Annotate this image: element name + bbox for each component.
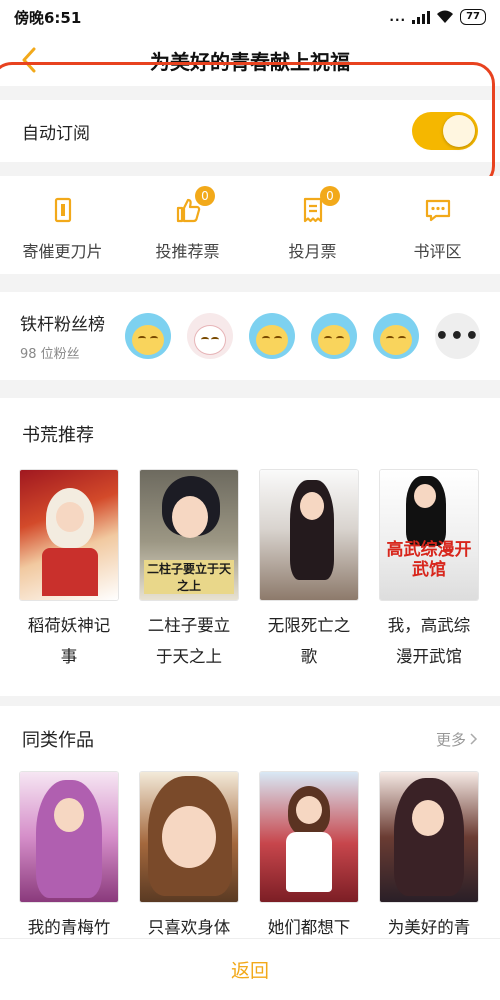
avatar[interactable] (248, 313, 295, 359)
blade-icon (54, 197, 71, 223)
more-label: 更多 (435, 730, 466, 749)
book-title: 稻荷妖神记事 (27, 616, 111, 666)
monthly-ticket-button[interactable]: 0 投月票 (250, 176, 375, 274)
fan-avatars (124, 313, 419, 359)
book-title: 二柱子要立于天之上 (147, 616, 231, 666)
recommend-section: 书荒推荐 稻荷妖神记事 二柱子要立于天之上 二柱子要立于天之上 无限死亡之歌 高… (0, 398, 500, 696)
avatar[interactable] (124, 313, 171, 359)
book-card[interactable]: 她们都想下 (260, 772, 358, 943)
battery-icon: 77 (460, 9, 486, 25)
page-title: 为美好的青春献上祝福 (150, 49, 350, 74)
book-cover (20, 470, 118, 600)
fans-count: 98 位粉丝 (20, 347, 80, 362)
action-label: 投月票 (288, 242, 337, 261)
similar-header: 同类作品 更多 (0, 706, 500, 772)
action-bar: 寄催更刀片 0 投推荐票 0 投月票 书评区 (0, 176, 500, 274)
wifi-icon (437, 10, 454, 23)
notification-dots: ... (389, 10, 407, 24)
action-label: 寄催更刀片 (22, 242, 103, 261)
auto-subscribe-row: 自动订阅 (0, 100, 500, 162)
page: 傍晚6:51 ... 77 为美好的青春献上祝福 自动订阅 寄催更刀片 0 投推… (0, 0, 500, 1000)
status-icons: ... 77 (389, 9, 486, 25)
send-blade-button[interactable]: 寄催更刀片 (0, 176, 125, 274)
comment-icon (425, 199, 450, 222)
book-cover (20, 772, 118, 902)
more-fans-button[interactable]: ••• (434, 313, 480, 359)
book-cover (140, 772, 238, 902)
similar-book-list: 我的青梅竹 只喜欢身体 她们都想下 为美好的青 (0, 772, 500, 943)
recommend-title: 书荒推荐 (22, 425, 94, 446)
auto-subscribe-label: 自动订阅 (22, 123, 90, 144)
bottom-bar: 返回 (0, 938, 500, 1000)
book-card[interactable]: 稻荷妖神记事 (20, 470, 118, 672)
more-dots-icon: ••• (434, 323, 480, 349)
vote-count-badge: 0 (195, 186, 215, 206)
book-cover (260, 470, 358, 600)
fans-title: 铁杆粉丝榜 (20, 315, 105, 335)
action-label: 投推荐票 (155, 242, 220, 261)
action-label: 书评区 (413, 242, 462, 261)
comment-area-button[interactable]: 书评区 (375, 176, 500, 274)
back-button[interactable] (14, 44, 44, 76)
book-cover: 高武综漫开武馆 (380, 470, 478, 600)
book-cover: 二柱子要立于天之上 (140, 470, 238, 600)
book-title: 我，高武综漫开武馆 (387, 616, 471, 666)
book-card[interactable]: 二柱子要立于天之上 二柱子要立于天之上 (140, 470, 238, 672)
chevron-left-icon (22, 47, 36, 73)
recommend-header: 书荒推荐 (0, 398, 500, 470)
recommend-vote-button[interactable]: 0 投推荐票 (125, 176, 250, 274)
book-cover (260, 772, 358, 902)
avatar[interactable] (186, 313, 233, 359)
chevron-right-icon (470, 733, 478, 745)
status-time: 傍晚6:51 (14, 8, 82, 27)
more-link[interactable]: 更多 (436, 729, 478, 750)
similar-title: 同类作品 (22, 730, 94, 751)
toggle-knob (443, 115, 475, 147)
book-card[interactable]: 高武综漫开武馆 我，高武综漫开武馆 (380, 470, 478, 672)
book-card[interactable]: 只喜欢身体 (140, 772, 238, 943)
book-card[interactable]: 为美好的青 (380, 772, 478, 943)
book-cover (380, 772, 478, 902)
similar-section: 同类作品 更多 我的青梅竹 只喜欢身体 她们都想下 为美好的青 (0, 706, 500, 946)
auto-subscribe-toggle[interactable] (412, 112, 478, 150)
top-navbar: 为美好的青春献上祝福 (0, 34, 500, 86)
book-title: 无限死亡之歌 (267, 616, 351, 666)
signal-icon (412, 10, 431, 24)
fans-ranking[interactable]: 铁杆粉丝榜 98 位粉丝 ••• (0, 292, 500, 380)
avatar[interactable] (310, 313, 357, 359)
fans-text: 铁杆粉丝榜 98 位粉丝 (20, 310, 125, 362)
avatar[interactable] (372, 313, 419, 359)
status-bar: 傍晚6:51 ... 77 (0, 0, 500, 34)
book-card[interactable]: 我的青梅竹 (20, 772, 118, 943)
cover-text: 高武综漫开武馆 (386, 540, 472, 580)
ticket-count-badge: 0 (320, 186, 340, 206)
book-card[interactable]: 无限死亡之歌 (260, 470, 358, 672)
recommend-book-list: 稻荷妖神记事 二柱子要立于天之上 二柱子要立于天之上 无限死亡之歌 高武综漫开武… (0, 470, 500, 672)
back-link[interactable]: 返回 (231, 956, 269, 983)
cover-text: 二柱子要立于天之上 (144, 560, 234, 594)
